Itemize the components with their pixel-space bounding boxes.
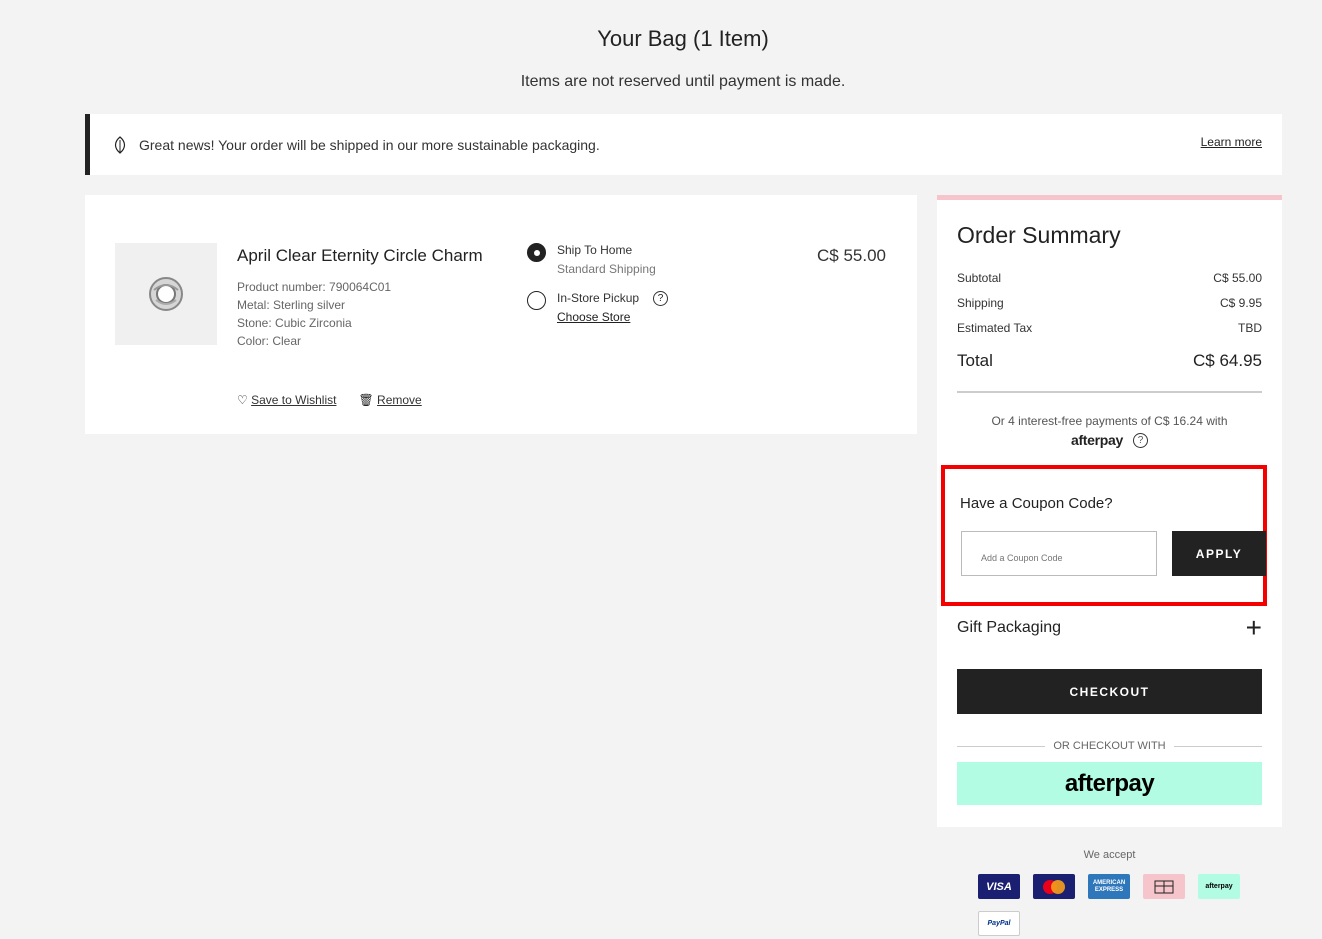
afterpay-installments: Or 4 interest-free payments of C$ 16.24 … [957,414,1262,448]
subtotal-label: Subtotal [957,271,1002,285]
afterpay-logo: afterpay [1070,432,1124,448]
visa-icon: VISA [978,874,1020,899]
order-summary-title: Order Summary [957,222,1121,248]
afterpay-button-logo: afterpay [1064,769,1155,797]
product-name[interactable]: April Clear Eternity Circle Charm [237,246,483,266]
remove-label: Remove [377,393,422,407]
heart-icon: ♡ [237,393,248,407]
product-details: Product number: 790064C01 Metal: Sterlin… [237,278,391,350]
charm-image [149,277,183,311]
afterpay-text: Or 4 interest-free payments of C$ 16.24 … [991,414,1228,428]
learn-more-link[interactable]: Learn more [1201,135,1262,149]
leaf-icon [114,135,126,154]
summary-divider [957,391,1262,393]
in-store-pickup-option[interactable]: In-Store Pickup Choose Store ? [527,291,669,324]
tax-value: TBD [1238,321,1262,335]
afterpay-checkout-button[interactable]: afterpay [957,762,1262,805]
ship-to-home-option[interactable]: Ship To Home Standard Shipping [527,243,656,276]
afterpay-card-icon: afterpay [1198,874,1240,899]
tax-row: Estimated Tax TBD [957,321,1262,335]
mastercard-icon [1033,874,1075,899]
remove-button[interactable]: 🗑 Remove [358,393,421,407]
save-to-wishlist-button[interactable]: ♡ Save to Wishlist [237,393,336,407]
banner-message: Great news! Your order will be shipped i… [139,136,600,153]
gift-card-icon [1143,874,1185,899]
afterpay-help-icon[interactable]: ? [1133,432,1149,448]
product-image[interactable] [115,243,217,345]
bag-item-card: April Clear Eternity Circle Charm Produc… [85,195,917,434]
product-metal: Metal: Sterling silver [237,298,346,312]
order-summary: Order Summary Subtotal C$ 55.00 Shipping… [937,195,1282,827]
subtotal-value: C$ 55.00 [1213,271,1262,285]
wishlist-label: Save to Wishlist [251,393,337,407]
in-store-pickup-label: In-Store Pickup [557,291,640,305]
in-store-pickup-radio[interactable] [527,291,546,310]
or-checkout-label: OR CHECKOUT WITH [1053,740,1166,752]
or-checkout-divider: OR CHECKOUT WITH [957,740,1262,752]
plus-icon[interactable]: + [1246,614,1262,642]
choose-store-link[interactable]: Choose Store [557,310,639,324]
product-color: Color: Clear [237,334,302,348]
subtotal-row: Subtotal C$ 55.00 [957,271,1262,285]
paypal-icon: PayPal [978,911,1020,936]
standard-shipping-label: Standard Shipping [557,262,656,276]
payment-methods: VISA AMERICAN EXPRESS afterpay PayPal [978,874,1240,936]
item-price: C$ 55.00 [817,246,886,265]
total-label: Total [957,351,993,370]
shipping-value: C$ 9.95 [1219,296,1262,310]
coupon-title: Have a Coupon Code? [960,495,1113,512]
ship-to-home-label: Ship To Home [557,243,633,257]
sustainability-banner: Great news! Your order will be shipped i… [85,114,1282,175]
help-icon[interactable]: ? [653,291,669,306]
we-accept-label: We accept [1083,849,1136,861]
product-number: Product number: 790064C01 [237,280,392,294]
item-actions: ♡ Save to Wishlist 🗑 Remove [237,393,422,407]
amex-icon: AMERICAN EXPRESS [1088,874,1130,899]
apply-coupon-button[interactable]: APPLY [1172,531,1266,576]
total-value: C$ 64.95 [1193,351,1262,370]
trash-icon: 🗑 [358,393,374,407]
coupon-section: Have a Coupon Code? APPLY [941,465,1267,606]
tax-label: Estimated Tax [957,321,1033,335]
page-subtitle: Items are not reserved until payment is … [520,73,846,90]
shipping-row: Shipping C$ 9.95 [957,296,1262,310]
ship-to-home-radio[interactable] [527,243,546,262]
product-stone: Stone: Cubic Zirconia [237,316,352,330]
gift-packaging-toggle[interactable]: Gift Packaging + [957,614,1262,642]
page-title: Your Bag (1 Item) [597,26,769,51]
total-row: Total C$ 64.95 [957,351,1262,371]
coupon-code-input[interactable] [961,531,1157,576]
gift-packaging-label: Gift Packaging [957,619,1062,636]
shipping-label: Shipping [957,296,1004,310]
checkout-button[interactable]: CHECKOUT [957,669,1262,714]
